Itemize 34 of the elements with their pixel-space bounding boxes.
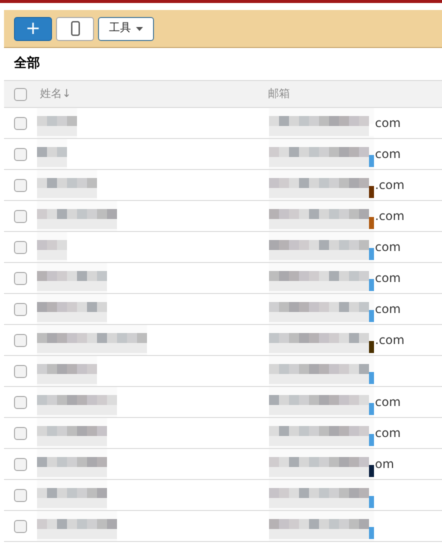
email-cell-text: .com xyxy=(375,208,404,225)
column-header[interactable]: 邮箱 xyxy=(268,86,290,102)
checkbox[interactable] xyxy=(14,148,27,160)
checkbox[interactable] xyxy=(14,426,27,440)
email-cell-text: com xyxy=(375,270,401,287)
checkbox[interactable] xyxy=(14,458,27,470)
checkbox[interactable] xyxy=(14,396,27,408)
phone-icon xyxy=(70,21,80,36)
email-cell-text: om xyxy=(375,456,394,473)
checkbox[interactable] xyxy=(14,488,27,502)
email-cell-text: com xyxy=(375,394,401,411)
checkbox[interactable] xyxy=(14,210,27,222)
column-header[interactable]: 姓名↓ xyxy=(37,86,268,102)
checkbox[interactable] xyxy=(14,240,27,254)
email-cell-text: com xyxy=(375,425,401,442)
phone-button[interactable] xyxy=(56,16,94,40)
add-button[interactable]: + xyxy=(14,16,52,40)
email-cell-text: .com xyxy=(375,332,404,349)
email-cell-text: com xyxy=(375,239,401,256)
checkbox[interactable] xyxy=(14,364,27,378)
checkbox[interactable] xyxy=(14,116,27,130)
email-cell-text: .com xyxy=(375,177,404,194)
checkbox[interactable] xyxy=(14,520,27,532)
caret-icon xyxy=(136,26,143,30)
checkbox[interactable] xyxy=(14,334,27,346)
checkbox[interactable] xyxy=(14,302,27,316)
tools-dropdown[interactable]: 工具 xyxy=(98,16,154,40)
email-cell-text: com xyxy=(375,301,401,318)
email-cell-text: com xyxy=(375,146,401,163)
email-cell-text: com xyxy=(375,115,401,132)
checkbox[interactable] xyxy=(14,88,27,100)
checkbox[interactable] xyxy=(14,272,27,284)
checkbox[interactable] xyxy=(14,178,27,192)
section-title: 全部 xyxy=(13,54,41,74)
